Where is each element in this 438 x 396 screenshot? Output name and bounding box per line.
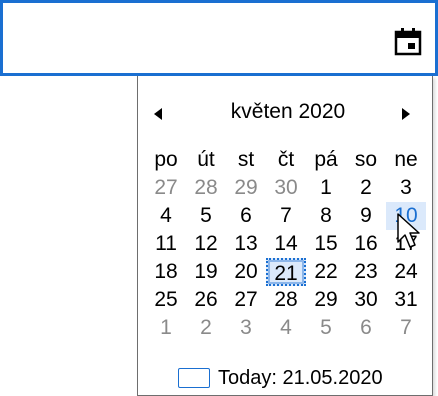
today-button[interactable]: Today: 21.05.2020 [178,364,383,392]
day-cell[interactable]: 17 [386,230,426,258]
weekday-label: so [354,148,378,171]
day-cell[interactable]: 28 [266,286,306,314]
today-label: Today: 21.05.2020 [218,366,383,389]
date-input[interactable] [11,13,375,65]
week-row: 4 5 6 7 8 9 10 [146,202,426,230]
week-row: 25 26 27 28 29 30 31 [146,286,426,314]
weekday-label: út [197,148,215,171]
weekday-header-row: po út st čt pá so ne [146,146,426,174]
day-cell[interactable]: 4 [146,202,186,230]
weekday-label: pá [314,148,338,171]
day-cell[interactable]: 1 [146,314,186,342]
day-cell[interactable]: 13 [226,230,266,258]
day-cell[interactable]: 3 [226,314,266,342]
day-cell[interactable]: 6 [346,314,386,342]
triangle-left-icon[interactable] [146,102,170,126]
day-cell[interactable]: 22 [306,258,346,286]
day-cell[interactable]: 23 [346,258,386,286]
day-cell[interactable]: 27 [226,286,266,314]
day-cell[interactable]: 4 [266,314,306,342]
day-cell[interactable]: 7 [386,314,426,342]
day-cell[interactable]: 31 [386,286,426,314]
day-cell[interactable]: 7 [266,202,306,230]
week-row: 1 2 3 4 5 6 7 [146,314,426,342]
day-cell[interactable]: 29 [306,286,346,314]
day-cell[interactable]: 2 [186,314,226,342]
day-cell[interactable]: 19 [186,258,226,286]
day-cell[interactable]: 9 [346,202,386,230]
triangle-right-icon[interactable] [394,102,418,126]
day-cell[interactable]: 5 [306,314,346,342]
day-cell[interactable]: 14 [266,230,306,258]
calendar-icon[interactable] [389,23,427,61]
calendar-grid: po út st čt pá so ne 27 28 29 30 1 2 3 4… [146,146,426,342]
day-cell[interactable]: 1 [306,174,346,202]
day-cell[interactable]: 30 [266,174,306,202]
day-cell[interactable]: 5 [186,202,226,230]
date-input-container[interactable] [0,0,438,76]
weekday-label: st [237,148,255,171]
day-cell[interactable]: 27 [146,174,186,202]
day-cell[interactable]: 12 [186,230,226,258]
day-cell[interactable]: 24 [386,258,426,286]
day-cell[interactable]: 25 [146,286,186,314]
day-cell[interactable]: 28 [186,174,226,202]
day-cell[interactable]: 29 [226,174,266,202]
day-cell[interactable]: 26 [186,286,226,314]
day-cell[interactable]: 15 [306,230,346,258]
calendar-dropdown: květen 2020 po út st čt pá so ne 27 28 2… [137,76,433,396]
day-cell[interactable]: 11 [146,230,186,258]
day-cell[interactable]: 18 [146,258,186,286]
day-cell[interactable]: 3 [386,174,426,202]
day-cell[interactable]: 20 [226,258,266,286]
day-cell-selected[interactable]: 21 [266,258,306,286]
month-title[interactable]: květen 2020 [198,100,378,124]
day-cell[interactable]: 30 [346,286,386,314]
weekday-label: ne [394,148,418,171]
day-cell[interactable]: 2 [346,174,386,202]
calendar-header: květen 2020 [138,90,432,138]
today-indicator-icon [178,368,210,388]
week-row: 18 19 20 21 22 23 24 [146,258,426,286]
day-cell[interactable]: 6 [226,202,266,230]
week-row: 11 12 13 14 15 16 17 [146,230,426,258]
weekday-label: po [154,148,178,171]
day-cell-hovered[interactable]: 10 [386,202,426,230]
datepicker-widget: květen 2020 po út st čt pá so ne 27 28 2… [0,0,438,396]
week-row: 27 28 29 30 1 2 3 [146,174,426,202]
day-cell[interactable]: 8 [306,202,346,230]
day-cell[interactable]: 16 [346,230,386,258]
weekday-label: čt [277,148,295,171]
